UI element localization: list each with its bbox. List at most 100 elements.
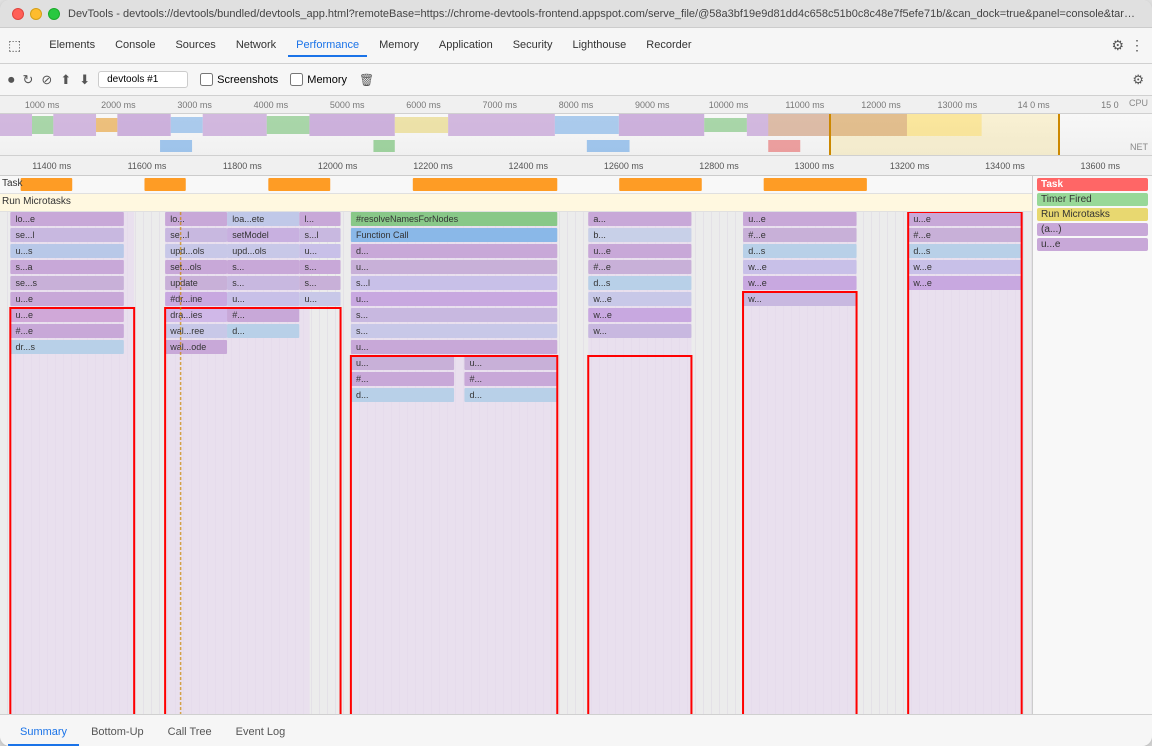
svg-text:s...: s... bbox=[304, 278, 316, 288]
ruler-mark-4: 5000 ms bbox=[309, 100, 385, 110]
ruler-mark-3: 4000 ms bbox=[233, 100, 309, 110]
download-icon[interactable]: ⬇ bbox=[79, 72, 90, 88]
detail-mark-2: 11800 ms bbox=[195, 161, 290, 171]
title-bar: DevTools - devtools://devtools/bundled/d… bbox=[0, 0, 1152, 28]
clear-icon[interactable]: ⊘ bbox=[41, 72, 52, 88]
svg-text:s...: s... bbox=[232, 262, 244, 272]
tab-call-tree[interactable]: Call Tree bbox=[156, 720, 224, 746]
detail-mark-5: 12400 ms bbox=[481, 161, 576, 171]
legend-microtasks-label: Run Microtasks bbox=[1041, 209, 1110, 220]
svg-text:#...e: #...e bbox=[748, 230, 766, 240]
svg-text:update: update bbox=[170, 278, 198, 288]
timeline-overview[interactable]: 1000 ms 2000 ms 3000 ms 4000 ms 5000 ms … bbox=[0, 96, 1152, 156]
perf-controls: ⏺ ↻ ⊘ ⬆ ⬇ bbox=[8, 71, 188, 88]
tab-summary[interactable]: Summary bbox=[8, 720, 79, 746]
flame-scrollable: Task Run Microtasks bbox=[0, 176, 1152, 714]
legend-a-label: (a...) bbox=[1041, 224, 1062, 235]
svg-text:u...: u... bbox=[232, 294, 245, 304]
screenshots-checkbox[interactable] bbox=[200, 73, 213, 86]
legend-task-label: Task bbox=[1041, 179, 1063, 190]
svg-text:s...l: s...l bbox=[356, 278, 370, 288]
svg-text:se...l: se...l bbox=[170, 230, 189, 240]
tab-security[interactable]: Security bbox=[505, 35, 561, 57]
tab-sources[interactable]: Sources bbox=[167, 35, 223, 57]
detail-mark-1: 11600 ms bbox=[99, 161, 194, 171]
timeline-ruler: 1000 ms 2000 ms 3000 ms 4000 ms 5000 ms … bbox=[0, 96, 1152, 114]
tab-recorder[interactable]: Recorder bbox=[638, 35, 699, 57]
ruler-mark-1: 2000 ms bbox=[80, 100, 156, 110]
settings-icon[interactable]: ⚙ bbox=[1111, 37, 1124, 54]
tab-console[interactable]: Console bbox=[107, 35, 163, 57]
ruler-mark-8: 9000 ms bbox=[614, 100, 690, 110]
svg-text:u...: u... bbox=[304, 246, 317, 256]
svg-text:lo...e: lo...e bbox=[15, 214, 35, 224]
ruler-mark-13: 14 0 ms bbox=[995, 100, 1071, 110]
tab-network[interactable]: Network bbox=[228, 35, 284, 57]
settings2-icon[interactable]: ⚙ bbox=[1132, 72, 1144, 88]
close-button[interactable] bbox=[12, 8, 24, 20]
tab-elements[interactable]: Elements bbox=[41, 35, 103, 57]
svg-text:#...: #... bbox=[232, 310, 245, 320]
svg-text:upd...ols: upd...ols bbox=[170, 246, 205, 256]
toolbar-right-controls: ⚙ ⋮ bbox=[1111, 37, 1144, 54]
screenshots-label: Screenshots bbox=[217, 74, 278, 86]
upload-icon[interactable]: ⬆ bbox=[60, 72, 71, 88]
svg-text:s...: s... bbox=[356, 310, 368, 320]
svg-text:w...e: w...e bbox=[747, 262, 767, 272]
task-row: Task bbox=[0, 176, 1032, 194]
more-icon[interactable]: ⋮ bbox=[1130, 37, 1144, 54]
svg-text:se...l: se...l bbox=[15, 230, 34, 240]
detail-mark-0: 11400 ms bbox=[4, 161, 99, 171]
svg-text:#...e: #...e bbox=[15, 326, 33, 336]
detail-mark-4: 12200 ms bbox=[385, 161, 480, 171]
svg-text:d...: d... bbox=[470, 390, 483, 400]
tab-bottom-up[interactable]: Bottom-Up bbox=[79, 720, 156, 746]
tab-memory[interactable]: Memory bbox=[371, 35, 427, 57]
tab-event-log[interactable]: Event Log bbox=[224, 720, 298, 746]
inspect-icon[interactable]: ⬚ bbox=[8, 37, 21, 54]
clear-recordings-icon[interactable]: 🗑 bbox=[359, 73, 374, 87]
svg-text:s...l: s...l bbox=[304, 230, 318, 240]
legend-timer-label: Timer Fired bbox=[1041, 194, 1092, 205]
ruler-mark-2: 3000 ms bbox=[157, 100, 233, 110]
svg-text:d...: d... bbox=[356, 390, 369, 400]
svg-text:lo...: lo... bbox=[170, 214, 185, 224]
main-flame-area: Task Run Microtasks bbox=[0, 176, 1152, 746]
target-selector[interactable] bbox=[98, 71, 188, 88]
svg-text:u...: u... bbox=[356, 262, 369, 272]
timeline-overview-content[interactable]: NET bbox=[0, 114, 1152, 156]
tab-application[interactable]: Application bbox=[431, 35, 501, 57]
net-label: NET bbox=[1130, 142, 1148, 152]
flame-chart-main[interactable]: lo...e se...l u...s s...a se...s u...e u… bbox=[0, 212, 1032, 714]
svg-text:d...: d... bbox=[356, 246, 369, 256]
svg-text:w...e: w...e bbox=[747, 278, 767, 288]
flame-chart-area: Task Run Microtasks bbox=[0, 176, 1032, 714]
detail-mark-8: 13000 ms bbox=[767, 161, 862, 171]
toolbar-icons: ⬚ bbox=[8, 37, 21, 54]
record-icon[interactable]: ⏺ bbox=[8, 72, 15, 88]
window-title: DevTools - devtools://devtools/bundled/d… bbox=[68, 8, 1140, 20]
legend-panel: Task Timer Fired Run Microtasks (a...) u… bbox=[1032, 176, 1152, 714]
bottom-tabs: Summary Bottom-Up Call Tree Event Log bbox=[0, 714, 1152, 746]
svg-text:w...: w... bbox=[747, 294, 762, 304]
svg-text:u...e: u...e bbox=[593, 246, 611, 256]
memory-checkbox[interactable] bbox=[290, 73, 303, 86]
svg-text:u...: u... bbox=[356, 342, 369, 352]
maximize-button[interactable] bbox=[48, 8, 60, 20]
tab-performance[interactable]: Performance bbox=[288, 35, 367, 57]
detail-mark-11: 13600 ms bbox=[1053, 161, 1148, 171]
tab-lighthouse[interactable]: Lighthouse bbox=[564, 35, 634, 57]
svg-text:s...: s... bbox=[304, 262, 316, 272]
ruler-marks-container: 1000 ms 2000 ms 3000 ms 4000 ms 5000 ms … bbox=[4, 96, 1148, 113]
svg-text:u...e: u...e bbox=[913, 214, 931, 224]
timeline-selection-handle[interactable] bbox=[829, 114, 1059, 156]
performance-toolbar: ⏺ ↻ ⊘ ⬆ ⬇ Screenshots Memory 🗑 ⚙ bbox=[0, 64, 1152, 96]
svg-text:loa...ete: loa...ete bbox=[232, 214, 264, 224]
svg-text:w...e: w...e bbox=[912, 278, 932, 288]
refresh-icon[interactable]: ↻ bbox=[23, 72, 34, 88]
ruler-mark-12: 13000 ms bbox=[919, 100, 995, 110]
checkbox-group: Screenshots Memory 🗑 bbox=[200, 73, 374, 87]
run-microtasks-label: Run Microtasks bbox=[2, 196, 71, 207]
minimize-button[interactable] bbox=[30, 8, 42, 20]
ruler-mark-9: 10000 ms bbox=[690, 100, 766, 110]
